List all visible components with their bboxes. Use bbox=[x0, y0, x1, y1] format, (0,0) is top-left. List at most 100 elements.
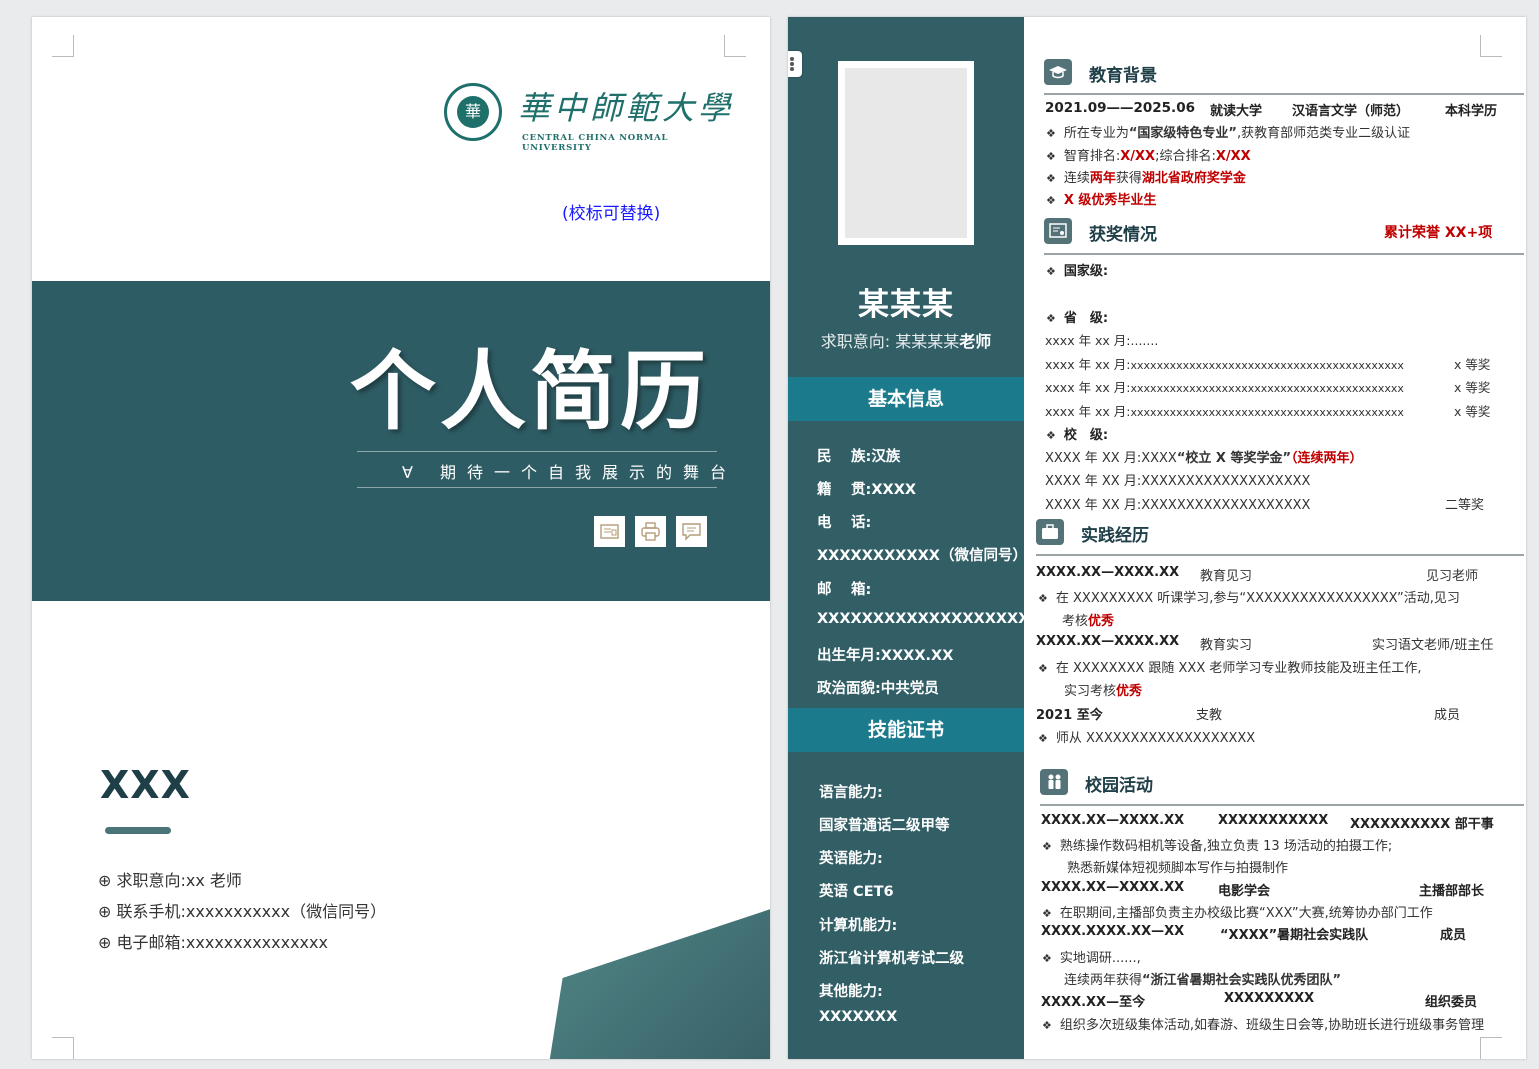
exp-period: XXXX.XX—XXXX.XX bbox=[1036, 634, 1180, 649]
logo-replace-note: (校标可替换) bbox=[562, 204, 661, 224]
edu-bullet: ❖ X 级优秀毕业生 bbox=[1046, 193, 1157, 208]
diamond-bullet-icon: ❖ bbox=[1038, 732, 1048, 745]
section-divider bbox=[1040, 804, 1524, 806]
skill-item: 英语能力: bbox=[819, 851, 883, 867]
crop-mark bbox=[724, 35, 746, 57]
university-logo: 華 華中師範大學 CENTRAL CHINA NORMAL UNIVERSITY bbox=[444, 81, 735, 153]
contact-row: ⊕ 电子邮箱:xxxxxxxxxxxxxxx bbox=[98, 933, 328, 952]
title-band: 个人简历 ∀ 期待一个自我展示的舞台 bbox=[32, 281, 770, 601]
basic-info-item: 邮 箱: bbox=[817, 582, 872, 598]
cover-page: 華 華中師範大學 CENTRAL CHINA NORMAL UNIVERSITY… bbox=[32, 17, 770, 1059]
exp-desc: ❖ 在 XXXXXXXXX 听课学习,参与“XXXXXXXXXXXXXXXXX”活… bbox=[1038, 591, 1460, 606]
diamond-bullet-icon: ❖ bbox=[1046, 150, 1056, 163]
award-prize: x 等奖 bbox=[1454, 404, 1491, 419]
activity-org: “XXXX”暑期社会实践队 bbox=[1220, 928, 1369, 943]
skill-item: 浙江省计算机考试二级 bbox=[819, 951, 964, 967]
diamond-bullet-icon: ❖ bbox=[1046, 172, 1056, 185]
crop-mark bbox=[52, 1037, 74, 1059]
logo-chinese-name: 華中師範大學 bbox=[518, 89, 735, 127]
exp-desc: ❖ 师从 XXXXXXXXXXXXXXXXXXX bbox=[1038, 731, 1256, 746]
section-divider bbox=[1044, 93, 1524, 95]
section-title: 校园活动 bbox=[1085, 776, 1153, 796]
diamond-bullet-icon: ❖ bbox=[1042, 907, 1052, 920]
job-objective: 求职意向: 某某某某老师 bbox=[820, 332, 992, 351]
section-title: 获奖情况 bbox=[1089, 225, 1157, 245]
activity-desc: 连续两年获得“浙江省暑期社会实践队优秀团队” bbox=[1064, 973, 1342, 988]
cover-subtitle: ∀ 期待一个自我展示的舞台 bbox=[402, 463, 738, 482]
exp-desc: ❖ 在 XXXXXXXX 跟随 XXX 老师学习专业教师技能及班主任工作, bbox=[1038, 661, 1422, 676]
contact-row: ⊕ 求职意向:xx 老师 bbox=[98, 871, 242, 890]
photo-placeholder[interactable] bbox=[838, 61, 974, 245]
activity-org: 电影学会 bbox=[1218, 884, 1271, 899]
practice-section-header: 实践经历 bbox=[1036, 519, 1524, 556]
award-category: ❖ 校 级: bbox=[1046, 428, 1109, 443]
card-icon bbox=[594, 516, 625, 547]
certificate-icon bbox=[1044, 218, 1072, 244]
award-prize: 二等奖 bbox=[1445, 498, 1485, 513]
basic-info-item: XXXXXXXXXXX（微信同号） bbox=[817, 548, 1027, 564]
exp-role: 成员 bbox=[1434, 708, 1461, 723]
diamond-bullet-icon: ❖ bbox=[1042, 952, 1052, 965]
education-section-header: 教育背景 bbox=[1044, 59, 1524, 95]
award-line: xxxx 年 xx 月:xxxxxxxxxxxxxxxxxxxxxxxxxxxx… bbox=[1045, 404, 1404, 419]
diamond-bullet-icon: ❖ bbox=[1046, 265, 1056, 278]
activity-org: XXXXXXXXX bbox=[1224, 991, 1315, 1006]
basic-info-header: 基本信息 bbox=[788, 377, 1024, 421]
edu-bullet: ❖ 智育排名:X/XX;综合排名:X/XX bbox=[1046, 149, 1251, 164]
exp-period: 2021 至今 bbox=[1036, 708, 1103, 723]
drag-handle[interactable] bbox=[788, 51, 802, 77]
diamond-bullet-icon: ❖ bbox=[1042, 840, 1052, 853]
exp-desc: 考核优秀 bbox=[1062, 614, 1115, 629]
award-line: xxxx 年 xx 月:xxxxxxxxxxxxxxxxxxxxxxxxxxxx… bbox=[1045, 380, 1404, 395]
diamond-bullet-icon: ❖ bbox=[1042, 1019, 1052, 1032]
skill-item: 国家普通话二级甲等 bbox=[819, 818, 950, 834]
exp-role: 实习语文老师/班主任 bbox=[1372, 638, 1494, 653]
activity-org: XXXXXXXXXXX bbox=[1218, 813, 1329, 828]
activity-role: 组织委员 bbox=[1425, 995, 1478, 1010]
diamond-bullet-icon: ❖ bbox=[1046, 127, 1056, 140]
candidate-name: 某某某 bbox=[858, 287, 954, 323]
award-prize: x 等奖 bbox=[1454, 357, 1491, 372]
basic-info-item: 籍 贯:XXXX bbox=[817, 482, 917, 498]
crop-mark bbox=[52, 35, 74, 57]
circle-plus-icon: ⊕ bbox=[98, 933, 117, 952]
exp-role: 见习老师 bbox=[1426, 569, 1479, 584]
award-category: ❖ 国家级: bbox=[1046, 264, 1109, 279]
skill-item: 计算机能力: bbox=[819, 918, 898, 934]
exp-name: 教育见习 bbox=[1200, 569, 1253, 584]
diamond-bullet-icon: ❖ bbox=[1038, 592, 1048, 605]
name-underline bbox=[105, 827, 171, 834]
exp-name: 支教 bbox=[1196, 708, 1223, 723]
award-line: XXXX 年 XX 月:XXXXXXXXXXXXXXXXXXX bbox=[1045, 498, 1311, 513]
graduation-cap-icon bbox=[1044, 59, 1072, 85]
activity-desc: ❖ 组织多次班级集体活动,如春游、班级生日会等,协助班长进行班级事务管理 bbox=[1042, 1018, 1485, 1033]
activity-desc: 熟悉新媒体短视频脚本写作与拍摄制作 bbox=[1067, 861, 1289, 876]
award-line: xxxx 年 xx 月:xxxxxxxxxxxxxxxxxxxxxxxxxxxx… bbox=[1045, 357, 1404, 372]
sidebar: 某某某 求职意向: 某某某某老师 基本信息 民 族:汉族 籍 贯:XXXX 电 … bbox=[788, 17, 1041, 1059]
message-icon bbox=[676, 516, 707, 547]
diamond-bullet-icon: ❖ bbox=[1046, 312, 1056, 325]
logo-english-name: CENTRAL CHINA NORMAL UNIVERSITY bbox=[522, 133, 669, 153]
edu-major: 汉语言文学（师范） bbox=[1292, 104, 1410, 119]
circle-plus-icon: ⊕ bbox=[98, 871, 117, 890]
edu-bullet: ❖ 所在专业为“国家级特色专业”,获教育部师范类专业二级认证 bbox=[1046, 126, 1411, 141]
skills-header: 技能证书 bbox=[788, 708, 1024, 752]
print-icon bbox=[635, 516, 666, 547]
contact-row: ⊕ 联系手机:xxxxxxxxxxx（微信同号） bbox=[98, 902, 387, 921]
basic-info-item: XXXXXXXXXXXXXXXXXXXX bbox=[817, 611, 1041, 627]
crop-mark bbox=[1480, 1037, 1502, 1059]
skill-item: 英语 CET6 bbox=[819, 884, 894, 900]
exp-name: 教育实习 bbox=[1200, 638, 1253, 653]
cover-contact-list: ⊕ 求职意向:xx 老师 ⊕ 联系手机:xxxxxxxxxxx（微信同号） ⊕ … bbox=[98, 865, 386, 958]
cover-name: XXX bbox=[100, 763, 191, 807]
awards-total: 累计荣誉 XX+项 bbox=[1384, 225, 1493, 241]
award-line: XXXX 年 XX 月:XXXXXXXXXXXXXXXXXXX bbox=[1045, 474, 1311, 489]
resume-page: 某某某 求职意向: 某某某某老师 基本信息 民 族:汉族 籍 贯:XXXX 电 … bbox=[788, 17, 1526, 1059]
corner-decoration bbox=[547, 897, 770, 1059]
circle-plus-icon: ⊕ bbox=[98, 902, 117, 921]
activity-desc: ❖ 在职期间,主播部负责主办校级比赛“XXX”大赛,统筹协办部门工作 bbox=[1042, 906, 1433, 921]
activity-role: 成员 bbox=[1440, 928, 1467, 943]
activity-role: XXXXXXXXXX 部干事 bbox=[1350, 817, 1494, 832]
basic-info-item: 政治面貌:中共党员 bbox=[817, 681, 939, 697]
skill-item: XXXXXXX bbox=[819, 1009, 898, 1025]
